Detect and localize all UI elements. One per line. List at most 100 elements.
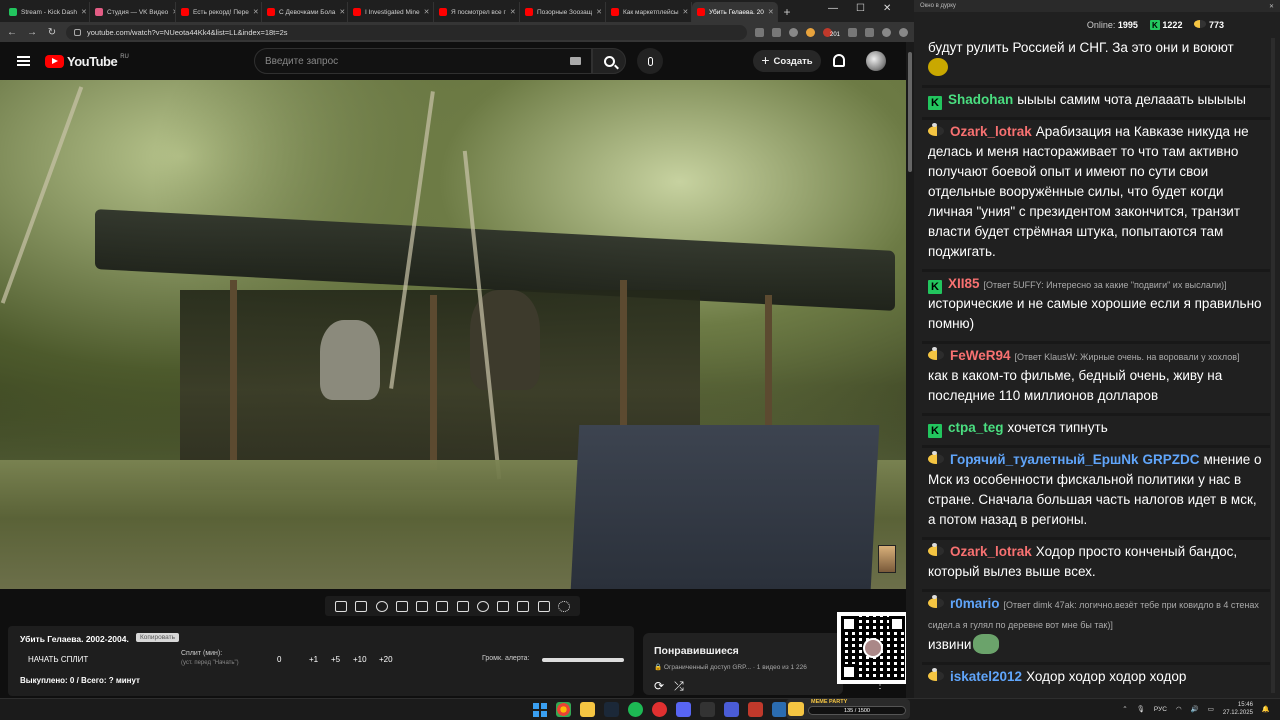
browser-tab[interactable]: I Investigated Mine ✕: [348, 2, 434, 22]
tab-close-icon[interactable]: ✕: [596, 8, 602, 16]
explorer-icon[interactable]: [580, 702, 595, 717]
chrome-icon[interactable]: [556, 702, 571, 717]
split-add-5-button[interactable]: +5: [331, 655, 340, 664]
clock[interactable]: 15:46 27.12.2025: [1223, 701, 1253, 717]
add-icon[interactable]: [517, 600, 530, 612]
language-indicator[interactable]: РУС: [1154, 706, 1167, 713]
chat-scrollbar[interactable]: [1271, 38, 1275, 693]
browser-tab[interactable]: С Девочками Бола ✕: [262, 2, 348, 22]
microphone-icon[interactable]: 🎙: [1137, 705, 1145, 713]
volume-icon[interactable]: 🔊: [1191, 705, 1199, 713]
minimize-button[interactable]: —: [828, 3, 838, 14]
cinema-icon[interactable]: [416, 600, 429, 612]
app-icon[interactable]: [700, 702, 715, 717]
chat-username[interactable]: iskatel2012: [950, 669, 1022, 684]
browser-tab[interactable]: Студия — VK Видео✕: [90, 2, 176, 22]
browser-tab[interactable]: Stream - Kick Dash ✕: [4, 2, 90, 22]
split-value-0[interactable]: 0: [277, 655, 281, 664]
tab-close-icon[interactable]: ✕: [339, 8, 345, 16]
chat-username[interactable]: Ozark_lotrak: [950, 124, 1032, 139]
browser-tab[interactable]: Позорные Зоозащ ✕: [520, 2, 606, 22]
maximize-button[interactable]: ☐: [856, 3, 865, 14]
tab-close-icon[interactable]: ✕: [424, 8, 430, 16]
screenshot-icon[interactable]: [537, 600, 550, 612]
zoom-icon[interactable]: [754, 27, 764, 37]
speed-icon[interactable]: [476, 600, 489, 612]
app-icon[interactable]: [724, 702, 739, 717]
menu-icon[interactable]: [899, 27, 908, 37]
keyboard-icon[interactable]: [570, 57, 581, 65]
page-scrollbar[interactable]: [906, 42, 914, 698]
split-add-10-button[interactable]: +10: [353, 655, 367, 664]
shuffle-icon[interactable]: ⤮: [674, 679, 684, 694]
back-button[interactable]: ←: [6, 27, 18, 38]
chat-username[interactable]: Ozark_lotrak: [950, 544, 1032, 559]
browser-tab[interactable]: Как маркетплейсы ✕: [606, 2, 692, 22]
translate-icon[interactable]: [771, 27, 781, 37]
chat-username-tag[interactable]: GRPZDC: [1143, 452, 1200, 467]
tab-close-icon[interactable]: ✕: [683, 8, 689, 16]
new-tab-button[interactable]: +: [778, 2, 796, 22]
url-field[interactable]: youtube.com/watch?v=NUeota44Kk4&list=LL&…: [66, 24, 747, 40]
video-settings-icon[interactable]: [395, 600, 408, 612]
split-add-1-button[interactable]: +1: [309, 655, 318, 664]
start-split-button[interactable]: НАЧАТЬ СПЛИТ: [28, 655, 88, 664]
forward-button[interactable]: →: [26, 27, 38, 38]
pip-icon[interactable]: [436, 600, 449, 612]
broadcast-icon[interactable]: [375, 600, 388, 612]
loop-icon[interactable]: [335, 600, 348, 612]
chat-close-button[interactable]: ✕: [1269, 3, 1274, 10]
downloads-icon[interactable]: [865, 27, 874, 37]
battery-icon[interactable]: ▭: [1208, 705, 1214, 713]
chat-username[interactable]: ctpa_teg: [948, 420, 1004, 435]
obs-icon[interactable]: [652, 702, 667, 717]
app-icon[interactable]: [748, 702, 763, 717]
tab-close-icon[interactable]: ✕: [510, 8, 516, 16]
browser-tab[interactable]: Есть рекорд! Пере ✕: [176, 2, 262, 22]
alert-volume-slider[interactable]: [542, 658, 624, 662]
discord-icon[interactable]: [676, 702, 691, 717]
search-button[interactable]: [592, 48, 626, 74]
playlist-panel[interactable]: Понравившиеся 🔒 Ограниченный доступ GRP.…: [643, 633, 843, 695]
chat-username[interactable]: FeWeR94: [950, 348, 1011, 363]
more-options-icon[interactable]: ⋮: [875, 680, 885, 691]
site-info-icon[interactable]: [74, 28, 81, 36]
app-icon[interactable]: [772, 702, 787, 717]
fullscreen-icon[interactable]: [456, 600, 469, 612]
browser-tab[interactable]: Убить Гелаева. 20 ✕: [692, 2, 778, 22]
notifications-bell-icon[interactable]: [833, 54, 845, 67]
sort-icon[interactable]: [355, 600, 368, 612]
bookmark-star-icon[interactable]: [788, 27, 798, 37]
split-add-20-button[interactable]: +20: [379, 655, 393, 664]
spotify-icon[interactable]: [628, 702, 643, 717]
video-player[interactable]: [0, 80, 906, 589]
chat-username[interactable]: Shadohan: [948, 92, 1013, 107]
notification-icon[interactable]: 🔔: [1262, 705, 1270, 713]
create-button[interactable]: + Создать: [753, 50, 821, 72]
chat-username[interactable]: Горячий_туалетный_ЕршNk: [950, 452, 1139, 467]
avatar[interactable]: [866, 51, 886, 71]
tab-close-icon[interactable]: ✕: [768, 8, 774, 16]
chat-username[interactable]: XII85: [948, 276, 980, 291]
copy-button[interactable]: Копировать: [136, 633, 179, 642]
windows-start-icon[interactable]: [533, 703, 547, 717]
voice-search-button[interactable]: [637, 48, 663, 74]
youtube-logo[interactable]: YouTube RU: [45, 54, 129, 69]
frame-icon[interactable]: [497, 600, 510, 612]
reload-button[interactable]: ↻: [46, 27, 58, 38]
loop-icon[interactable]: ⟳: [654, 679, 664, 694]
chat-username[interactable]: r0mario: [950, 596, 1000, 611]
browser-tab[interactable]: Я посмотрел все г ✕: [434, 2, 520, 22]
search-input[interactable]: Введите запрос: [254, 48, 592, 74]
chevron-up-icon[interactable]: ⌃: [1122, 705, 1127, 713]
profile-icon[interactable]: [882, 27, 891, 37]
gear-icon[interactable]: [557, 600, 570, 612]
tab-close-icon[interactable]: ✕: [81, 8, 87, 16]
extension-icon[interactable]: [805, 27, 815, 37]
steam-icon[interactable]: [604, 702, 619, 717]
tab-close-icon[interactable]: ✕: [253, 8, 259, 16]
hamburger-menu-icon[interactable]: [17, 56, 30, 66]
wifi-icon[interactable]: ◠: [1176, 705, 1182, 713]
close-window-button[interactable]: ✕: [883, 3, 891, 14]
extensions-puzzle-icon[interactable]: [848, 27, 857, 37]
